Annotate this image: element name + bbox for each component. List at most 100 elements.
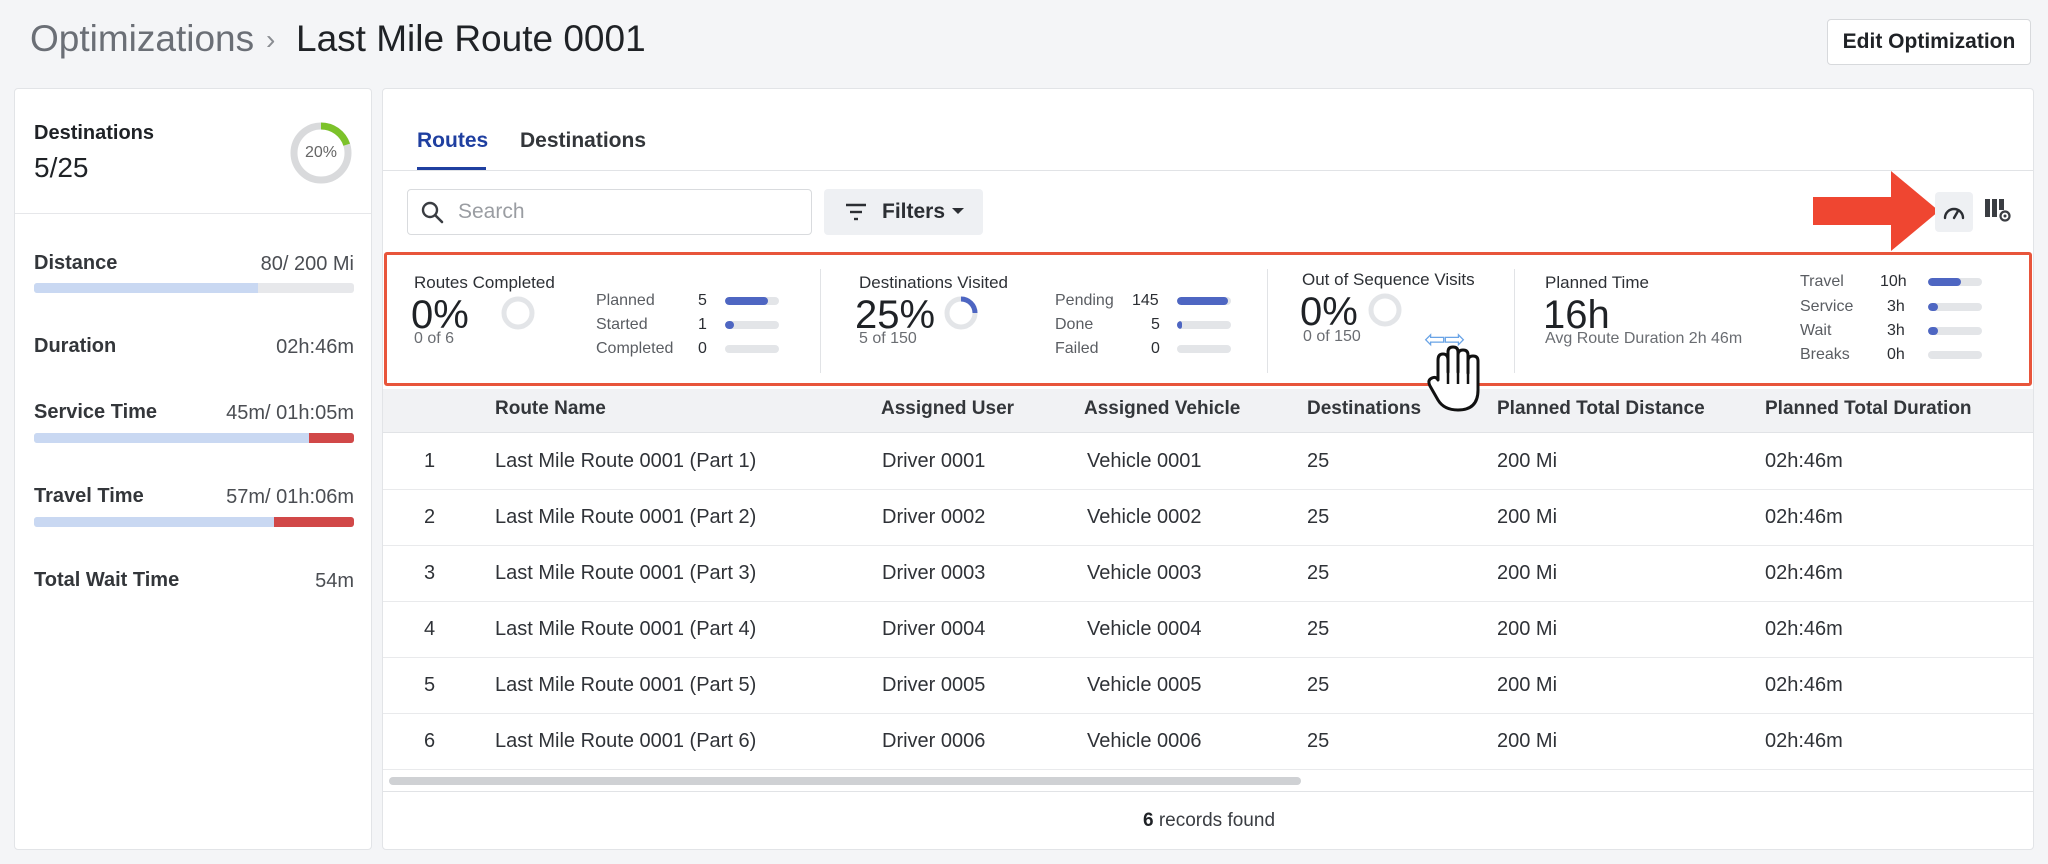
duration-value: 02h:46m bbox=[276, 336, 354, 358]
divider bbox=[15, 213, 371, 214]
destinations-visited-ring bbox=[944, 296, 978, 330]
done-bar-fill bbox=[1177, 321, 1183, 329]
row-index: 5 bbox=[424, 674, 436, 696]
assigned-user: Driver 0004 bbox=[882, 618, 986, 640]
divider bbox=[1514, 269, 1515, 373]
column-planned-total-distance[interactable]: Planned Total Distance bbox=[1497, 398, 1705, 420]
divider bbox=[383, 791, 2033, 792]
wait-bar bbox=[1928, 327, 1982, 335]
started-bar bbox=[725, 321, 779, 329]
travel-time-progress-fill bbox=[34, 517, 274, 527]
duration-label: Duration bbox=[34, 335, 117, 357]
completed-label: Completed bbox=[596, 340, 674, 357]
column-destinations[interactable]: Destinations bbox=[1307, 398, 1421, 420]
planned-bar bbox=[725, 297, 779, 305]
pending-count: 145 bbox=[1132, 292, 1159, 309]
service-count: 3h bbox=[1887, 298, 1905, 315]
chevron-down-icon bbox=[952, 208, 964, 214]
row-index: 6 bbox=[424, 730, 436, 752]
service-time-label: Service Time bbox=[34, 401, 158, 423]
pending-bar-fill bbox=[1177, 297, 1229, 305]
search-input[interactable] bbox=[458, 198, 798, 226]
routes-completed-ring bbox=[501, 296, 535, 330]
planned-distance: 200 Mi bbox=[1497, 674, 1558, 696]
route-name[interactable]: Last Mile Route 0001 (Part 4) bbox=[495, 618, 756, 641]
travel-time-over-fill bbox=[274, 517, 354, 527]
red-arrow-icon bbox=[1813, 171, 1939, 251]
records-suffix: records found bbox=[1158, 810, 1276, 831]
distance-progress-fill bbox=[34, 283, 258, 293]
assigned-vehicle: Vehicle 0006 bbox=[1087, 730, 1202, 752]
planned-duration: 02h:46m bbox=[1765, 450, 1843, 472]
service-label: Service bbox=[1800, 298, 1854, 315]
table-row[interactable]: 5 Last Mile Route 0001 (Part 5) Driver 0… bbox=[383, 658, 2033, 714]
destinations-count: 25 bbox=[1307, 450, 1330, 472]
travel-count: 10h bbox=[1880, 273, 1907, 290]
breaks-label: Breaks bbox=[1800, 346, 1850, 363]
breadcrumb-separator: › bbox=[266, 24, 276, 55]
travel-time-label: Travel Time bbox=[34, 485, 144, 507]
page-title: Last Mile Route 0001 bbox=[296, 18, 646, 59]
travel-time-progress-bar bbox=[34, 517, 354, 527]
planned-time-title: Planned Time bbox=[1545, 273, 1649, 292]
page-header: Optimizations › Last Mile Route 0001 Edi… bbox=[0, 0, 2048, 80]
planned-distance: 200 Mi bbox=[1497, 618, 1558, 640]
table-row[interactable]: 4 Last Mile Route 0001 (Part 4) Driver 0… bbox=[383, 602, 2033, 658]
table-row[interactable]: 6 Last Mile Route 0001 (Part 6) Driver 0… bbox=[383, 714, 2033, 770]
done-label: Done bbox=[1055, 316, 1094, 333]
routes-completed-sub: 0 of 6 bbox=[414, 330, 455, 347]
filters-button[interactable]: Filters bbox=[824, 189, 983, 235]
route-name[interactable]: Last Mile Route 0001 (Part 5) bbox=[495, 674, 756, 697]
breadcrumb-optimizations[interactable]: Optimizations bbox=[30, 18, 254, 60]
divider bbox=[383, 170, 2033, 171]
assigned-vehicle: Vehicle 0004 bbox=[1087, 618, 1202, 640]
column-assigned-user[interactable]: Assigned User bbox=[881, 398, 1014, 420]
edit-optimization-button[interactable]: Edit Optimization bbox=[1827, 19, 2031, 65]
total-wait-time-label: Total Wait Time bbox=[34, 569, 180, 591]
column-route-name[interactable]: Route Name bbox=[495, 398, 606, 420]
hand-cursor-icon bbox=[1427, 345, 1480, 412]
destinations-visited-title: Destinations Visited bbox=[859, 273, 1008, 292]
column-settings-icon bbox=[1985, 199, 2011, 222]
service-time-over-fill bbox=[309, 433, 354, 443]
done-bar bbox=[1177, 321, 1231, 329]
planned-distance: 200 Mi bbox=[1497, 562, 1558, 584]
row-index: 2 bbox=[424, 506, 436, 528]
routes-panel: Routes Destinations Filters bbox=[382, 88, 2034, 850]
table-row[interactable]: 3 Last Mile Route 0001 (Part 3) Driver 0… bbox=[383, 546, 2033, 602]
route-name[interactable]: Last Mile Route 0001 (Part 1) bbox=[495, 450, 756, 473]
statistics-toggle-button[interactable] bbox=[1935, 192, 1973, 232]
horizontal-scrollbar[interactable] bbox=[389, 777, 1301, 785]
route-name[interactable]: Last Mile Route 0001 (Part 3) bbox=[495, 562, 756, 585]
destinations-percent: 20% bbox=[304, 144, 338, 161]
started-count: 1 bbox=[698, 316, 707, 333]
assigned-vehicle: Vehicle 0005 bbox=[1087, 674, 1202, 696]
destinations-count: 25 bbox=[1307, 562, 1330, 584]
service-time-progress-bar bbox=[34, 433, 354, 443]
tab-destinations[interactable]: Destinations bbox=[520, 129, 646, 153]
destinations-count: 25 bbox=[1307, 730, 1330, 752]
table-row[interactable]: 2 Last Mile Route 0001 (Part 2) Driver 0… bbox=[383, 490, 2033, 546]
column-settings-button[interactable] bbox=[1981, 193, 2015, 227]
row-index: 3 bbox=[424, 562, 436, 584]
tab-routes[interactable]: Routes bbox=[417, 129, 488, 153]
assigned-user: Driver 0003 bbox=[882, 562, 986, 584]
column-assigned-vehicle[interactable]: Assigned Vehicle bbox=[1084, 398, 1240, 420]
service-bar bbox=[1928, 303, 1982, 311]
route-name[interactable]: Last Mile Route 0001 (Part 6) bbox=[495, 730, 756, 753]
planned-label: Planned bbox=[596, 292, 655, 309]
distance-label: Distance bbox=[34, 252, 118, 274]
row-index: 1 bbox=[424, 450, 436, 472]
route-name[interactable]: Last Mile Route 0001 (Part 2) bbox=[495, 506, 756, 529]
table-header: Route Name Assigned User Assigned Vehicl… bbox=[383, 389, 2033, 433]
column-planned-total-duration[interactable]: Planned Total Duration bbox=[1765, 398, 1972, 420]
route-statistics-panel: Routes Completed 0% 0 of 6 Planned 5 Sta… bbox=[384, 252, 2032, 386]
out-of-sequence-title: Out of Sequence Visits bbox=[1302, 270, 1475, 289]
filters-label: Filters bbox=[882, 200, 946, 223]
table-row[interactable]: 1 Last Mile Route 0001 (Part 1) Driver 0… bbox=[383, 434, 2033, 490]
assigned-user: Driver 0001 bbox=[882, 450, 986, 472]
search-box[interactable] bbox=[407, 189, 812, 235]
filter-lines-icon bbox=[846, 203, 866, 221]
planned-duration: 02h:46m bbox=[1765, 730, 1843, 752]
destinations-visited-sub: 5 of 150 bbox=[859, 330, 917, 347]
